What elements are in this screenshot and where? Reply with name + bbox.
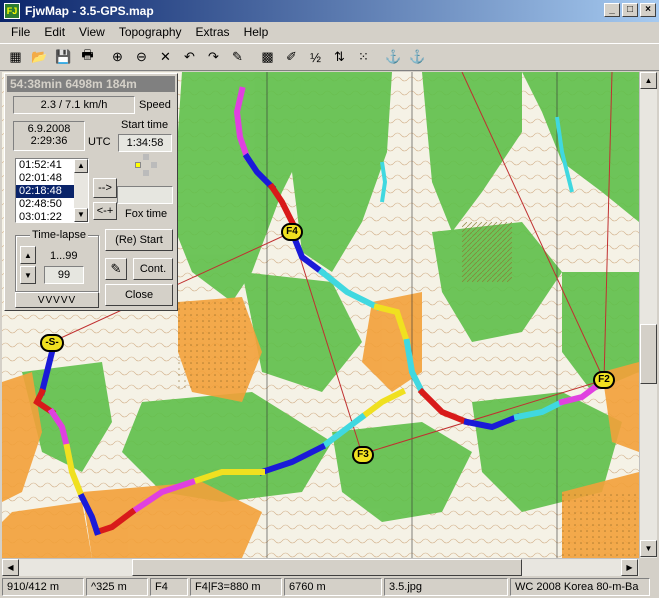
horizontal-scroll-thumb[interactable] (132, 559, 522, 576)
window-title: FjwMap - 3.5-GPS.map (25, 4, 154, 18)
status-image-file: 3.5.jpg (384, 578, 508, 596)
pencil-icon[interactable]: ✎ (226, 46, 249, 68)
fox-time-field[interactable] (117, 186, 173, 204)
timelapse-value-input[interactable]: 99 (44, 266, 84, 284)
draw-icon[interactable]: ✐ (280, 46, 303, 68)
redo-icon[interactable]: ↷ (202, 46, 225, 68)
status-total-distance: 6760 m (284, 578, 382, 596)
restart-button[interactable]: (Re) Start (105, 229, 173, 251)
menu-view[interactable]: View (72, 25, 112, 39)
control-label-start: -S- (40, 334, 64, 352)
open-folder-icon[interactable]: 📂 (28, 46, 51, 68)
timelapse-range: 1...99 (50, 250, 78, 262)
pencil-tool-button[interactable]: ✎ (105, 258, 127, 280)
fox-time-label: Fox time (125, 208, 168, 220)
control-label-f2: F2 (593, 371, 615, 389)
list-item[interactable]: 03:01:22 (16, 211, 74, 224)
list-item-selected[interactable]: 02:18:48 (16, 185, 74, 198)
toolbar: ▦ 📂 💾 🖶 ⊕ ⊖ ✕ ↶ ↷ ✎ ▩ ✐ ½ ⇅ ⁙ ⚓ ⚓ (0, 43, 659, 71)
zoom-in-icon[interactable]: ⊕ (106, 46, 129, 68)
speed-label: Speed (139, 99, 171, 111)
undo-icon[interactable]: ↶ (178, 46, 201, 68)
scroll-left-icon[interactable]: ◀ (2, 559, 19, 576)
speed-value: 2.3 / 7.1 km/h (13, 96, 135, 114)
time-lapse-label: Time-lapse (30, 229, 88, 241)
close-window-button[interactable]: × (640, 3, 656, 17)
status-position: 910/412 m (2, 578, 84, 596)
new-map-icon[interactable]: ▦ (4, 46, 27, 68)
list-scroll-up-icon[interactable]: ▲ (74, 159, 88, 173)
continue-button[interactable]: Cont. (133, 258, 173, 280)
menu-edit[interactable]: Edit (37, 25, 72, 39)
menu-help[interactable]: Help (237, 25, 276, 39)
grid-icon[interactable]: ▩ (256, 46, 279, 68)
list-item[interactable]: 02:48:50 (16, 198, 74, 211)
list-item[interactable]: 02:01:48 (16, 172, 74, 185)
close-panel-button[interactable]: Close (105, 284, 173, 306)
timelapse-down-icon[interactable]: ▼ (20, 266, 36, 284)
menu-file[interactable]: File (4, 25, 37, 39)
list-scroll-down-icon[interactable]: ▼ (74, 208, 88, 222)
status-map-name: WC 2008 Korea 80-m-Ba (510, 578, 650, 596)
print-icon[interactable]: 🖶 (76, 46, 99, 68)
scroll-down-icon[interactable]: ▼ (640, 540, 657, 557)
dots-icon[interactable]: ⁙ (352, 46, 375, 68)
status-control: F4 (150, 578, 188, 596)
control-label-f4: F4 (281, 223, 303, 241)
horizontal-scrollbar[interactable]: ◀ ▶ (2, 558, 639, 576)
scroll-up-icon[interactable]: ▲ (640, 72, 657, 89)
title-bar: FJ FjwMap - 3.5-GPS.map _ □ × (0, 0, 659, 22)
list-item[interactable]: 01:52:41 (16, 159, 74, 172)
status-altitude: ^325 m (86, 578, 148, 596)
vvv-button[interactable]: VVVVV (15, 292, 99, 308)
delete-icon[interactable]: ✕ (154, 46, 177, 68)
panel-header: 54:38min 6498m 184m (7, 76, 175, 92)
gps-replay-panel: 54:38min 6498m 184m 2.3 / 7.1 km/h Speed… (4, 73, 178, 311)
anchor-icon[interactable]: ⚓ (382, 46, 405, 68)
status-bar: 910/412 m ^325 m F4 F4|F3=880 m 6760 m 3… (0, 576, 659, 598)
scroll-right-icon[interactable]: ▶ (621, 559, 638, 576)
time-lapse-group: Time-lapse ▲ ▼ 1...99 99 (15, 229, 99, 292)
menu-topography[interactable]: Topography (112, 25, 189, 39)
direction-pad-icon (135, 154, 157, 176)
date-time-display: 6.9.2008 2:29:36 (13, 121, 85, 151)
vertical-scroll-thumb[interactable] (640, 324, 657, 384)
start-time-label: Start time (121, 119, 169, 131)
date-value: 6.9.2008 (27, 123, 71, 135)
anchor-green-icon[interactable]: ⚓ (406, 46, 429, 68)
save-icon[interactable]: 💾 (52, 46, 75, 68)
control-label-f3: F3 (352, 446, 374, 464)
menu-extras[interactable]: Extras (189, 25, 237, 39)
forward-arrow-button[interactable]: --> (93, 178, 117, 198)
sort-order-icon[interactable]: ⇅ (328, 46, 351, 68)
app-icon: FJ (4, 3, 20, 19)
start-time-value[interactable]: 1:34:58 (118, 134, 172, 152)
zoom-out-icon[interactable]: ⊖ (130, 46, 153, 68)
vertical-scrollbar[interactable]: ▲ ▼ (639, 72, 657, 558)
timelapse-up-icon[interactable]: ▲ (20, 246, 36, 264)
time-list-scrollbar[interactable]: ▲ ▼ (74, 159, 88, 222)
sort-numbers-icon[interactable]: ½ (304, 46, 327, 68)
pencil-icon: ✎ (110, 261, 122, 276)
utc-label: UTC (88, 136, 111, 148)
maximize-button[interactable]: □ (622, 3, 638, 17)
minimize-button[interactable]: _ (604, 3, 620, 17)
back-add-button[interactable]: <-+ (93, 202, 117, 220)
menu-bar: File Edit View Topography Extras Help (0, 22, 659, 42)
status-leg-distance: F4|F3=880 m (190, 578, 282, 596)
time-list[interactable]: 01:52:41 02:01:48 02:18:48 02:48:50 03:0… (15, 158, 89, 223)
time-value: 2:29:36 (30, 135, 68, 147)
